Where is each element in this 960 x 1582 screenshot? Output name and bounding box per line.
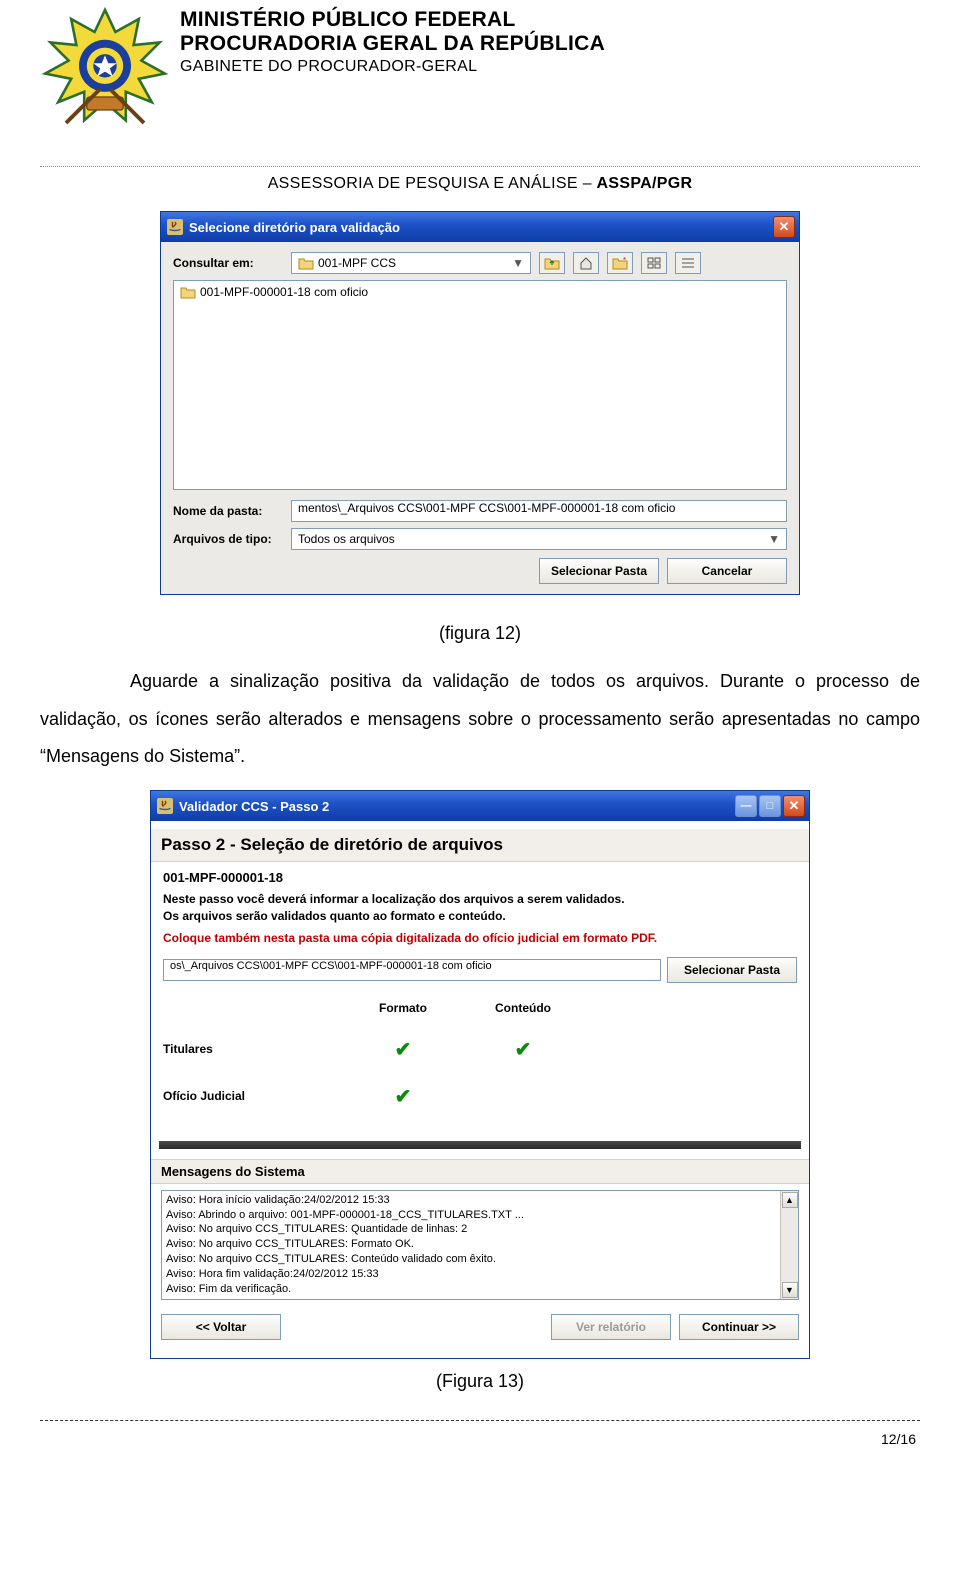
instruction-lines: Neste passo você deverá informar a local… (163, 891, 797, 925)
message-line: Aviso: No arquivo CCS_TITULARES: Quantid… (166, 1222, 776, 1237)
row-label: Titulares (163, 1042, 343, 1056)
scroll-down-icon[interactable]: ▼ (782, 1282, 798, 1298)
message-line: Aviso: Abrindo o arquivo: 001-MPF-000001… (166, 1208, 776, 1223)
continue-button[interactable]: Continuar >> (679, 1314, 799, 1340)
page-header: MINISTÉRIO PÚBLICO FEDERAL PROCURADORIA … (40, 0, 920, 136)
message-line: Aviso: Hora fim validação:24/02/2012 15:… (166, 1267, 776, 1282)
select-folder-button[interactable]: Selecionar Pasta (539, 558, 659, 584)
figure-12-caption: (figura 12) (40, 615, 920, 653)
list-item-label: 001-MPF-000001-18 com oficio (200, 285, 368, 299)
report-button[interactable]: Ver relatório (551, 1314, 671, 1340)
col-format: Formato (343, 1001, 463, 1015)
row-oficio: Ofício Judicial ✔ (163, 1084, 797, 1109)
java-app-icon (167, 219, 183, 235)
header-line3: GABINETE DO PROCURADOR-GERAL (180, 58, 605, 76)
consult-combo[interactable]: 001-MPF CCS ▼ (291, 252, 531, 274)
maximize-icon[interactable]: □ (759, 795, 781, 817)
folder-icon (298, 256, 314, 270)
java-app-icon (157, 798, 173, 814)
folder-up-icon (544, 256, 560, 270)
brazil-coat-of-arms-icon (40, 6, 170, 136)
validation-grid: Formato Conteúdo Titulares ✔ ✔ Ofício Ju… (151, 993, 809, 1117)
subheader-plain: ASSESSORIA DE PESQUISA E ANÁLISE – (268, 175, 597, 192)
cancel-button[interactable]: Cancelar (667, 558, 787, 584)
chevron-down-icon: ▼ (768, 532, 780, 546)
details-view-button[interactable] (675, 252, 701, 274)
dialog2-titlebar: Validador CCS - Passo 2 — □ ✕ (151, 791, 809, 821)
messages-list: Aviso: Hora início validação:24/02/2012 … (162, 1191, 780, 1299)
file-chooser-dialog: Selecione diretório para validação ✕ Con… (160, 211, 800, 595)
message-line: Aviso: Fim da verificação. (166, 1282, 776, 1297)
subheader: ASSESSORIA DE PESQUISA E ANÁLISE – ASSPA… (40, 175, 920, 193)
step-title: Passo 2 - Seleção de diretório de arquiv… (151, 829, 809, 862)
header-line1: MINISTÉRIO PÚBLICO FEDERAL (180, 8, 605, 32)
back-button[interactable]: << Voltar (161, 1314, 281, 1340)
dialog1-titlebar: Selecione diretório para validação ✕ (161, 212, 799, 242)
separator-bar (159, 1141, 801, 1149)
check-icon: ✔ (515, 1039, 532, 1061)
dialog2-title: Validador CCS - Passo 2 (179, 799, 329, 814)
row-label: Ofício Judicial (163, 1089, 343, 1103)
instruction-2: Os arquivos serão validados quanto ao fo… (163, 908, 797, 925)
header-divider (40, 166, 920, 167)
up-one-level-button[interactable] (539, 252, 565, 274)
chevron-down-icon: ▼ (512, 256, 524, 270)
message-line: Aviso: No arquivo CCS_TITULARES: Formato… (166, 1237, 776, 1252)
file-type-combo[interactable]: Todos os arquivos ▼ (291, 528, 787, 550)
consult-value: 001-MPF CCS (318, 256, 396, 270)
select-folder-button[interactable]: Selecionar Pasta (667, 957, 797, 983)
validator-dialog: Validador CCS - Passo 2 — □ ✕ Passo 2 - … (150, 790, 810, 1359)
folder-icon (180, 285, 196, 299)
instruction-1: Neste passo você deverá informar a local… (163, 891, 797, 908)
home-button[interactable] (573, 252, 599, 274)
folder-name-label: Nome da pasta: (173, 504, 283, 518)
list-view-button[interactable] (641, 252, 667, 274)
folder-name-input[interactable]: mentos\_Arquivos CCS\001-MPF CCS\001-MPF… (291, 500, 787, 522)
message-line: Aviso: Hora início validação:24/02/2012 … (166, 1193, 776, 1208)
row-titulares: Titulares ✔ ✔ (163, 1037, 797, 1062)
case-number: 001-MPF-000001-18 (163, 870, 797, 885)
header-line2: PROCURADORIA GERAL DA REPÚBLICA (180, 32, 605, 56)
paragraph: Aguarde a sinalização positiva da valida… (40, 663, 920, 776)
messages-title: Mensagens do Sistema (151, 1159, 809, 1184)
consult-label: Consultar em: (173, 256, 283, 270)
path-input[interactable]: os\_Arquivos CCS\001-MPF CCS\001-MPF-000… (163, 959, 661, 981)
new-folder-button[interactable]: * (607, 252, 633, 274)
list-view-icon (647, 257, 661, 269)
figure-13-caption: (Figura 13) (40, 1371, 920, 1392)
close-icon[interactable]: ✕ (783, 795, 805, 817)
subheader-bold: ASSPA/PGR (597, 175, 693, 192)
home-icon (579, 256, 593, 270)
scrollbar[interactable]: ▲ ▼ (780, 1191, 798, 1299)
file-type-label: Arquivos de tipo: (173, 532, 283, 546)
check-icon: ✔ (395, 1039, 412, 1061)
footer-divider (40, 1420, 920, 1421)
col-content: Conteúdo (463, 1001, 583, 1015)
file-list[interactable]: 001-MPF-000001-18 com oficio (173, 280, 787, 490)
header-text: MINISTÉRIO PÚBLICO FEDERAL PROCURADORIA … (180, 6, 605, 76)
list-item[interactable]: 001-MPF-000001-18 com oficio (180, 285, 780, 299)
file-type-value: Todos os arquivos (298, 532, 395, 546)
messages-box: Aviso: Hora início validação:24/02/2012 … (161, 1190, 799, 1300)
dialog1-title: Selecione diretório para validação (189, 220, 400, 235)
pdf-note: Coloque também nesta pasta uma cópia dig… (163, 931, 797, 945)
svg-text:*: * (623, 256, 626, 265)
check-icon: ✔ (395, 1086, 412, 1108)
page-number: 12/16 (40, 1429, 920, 1447)
body-text: (figura 12) Aguarde a sinalização positi… (40, 615, 920, 776)
details-view-icon (681, 257, 695, 269)
close-icon[interactable]: ✕ (773, 216, 795, 238)
minimize-icon[interactable]: — (735, 795, 757, 817)
scroll-up-icon[interactable]: ▲ (782, 1192, 798, 1208)
new-folder-icon: * (612, 256, 628, 270)
message-line: Aviso: No arquivo CCS_TITULARES: Conteúd… (166, 1252, 776, 1267)
